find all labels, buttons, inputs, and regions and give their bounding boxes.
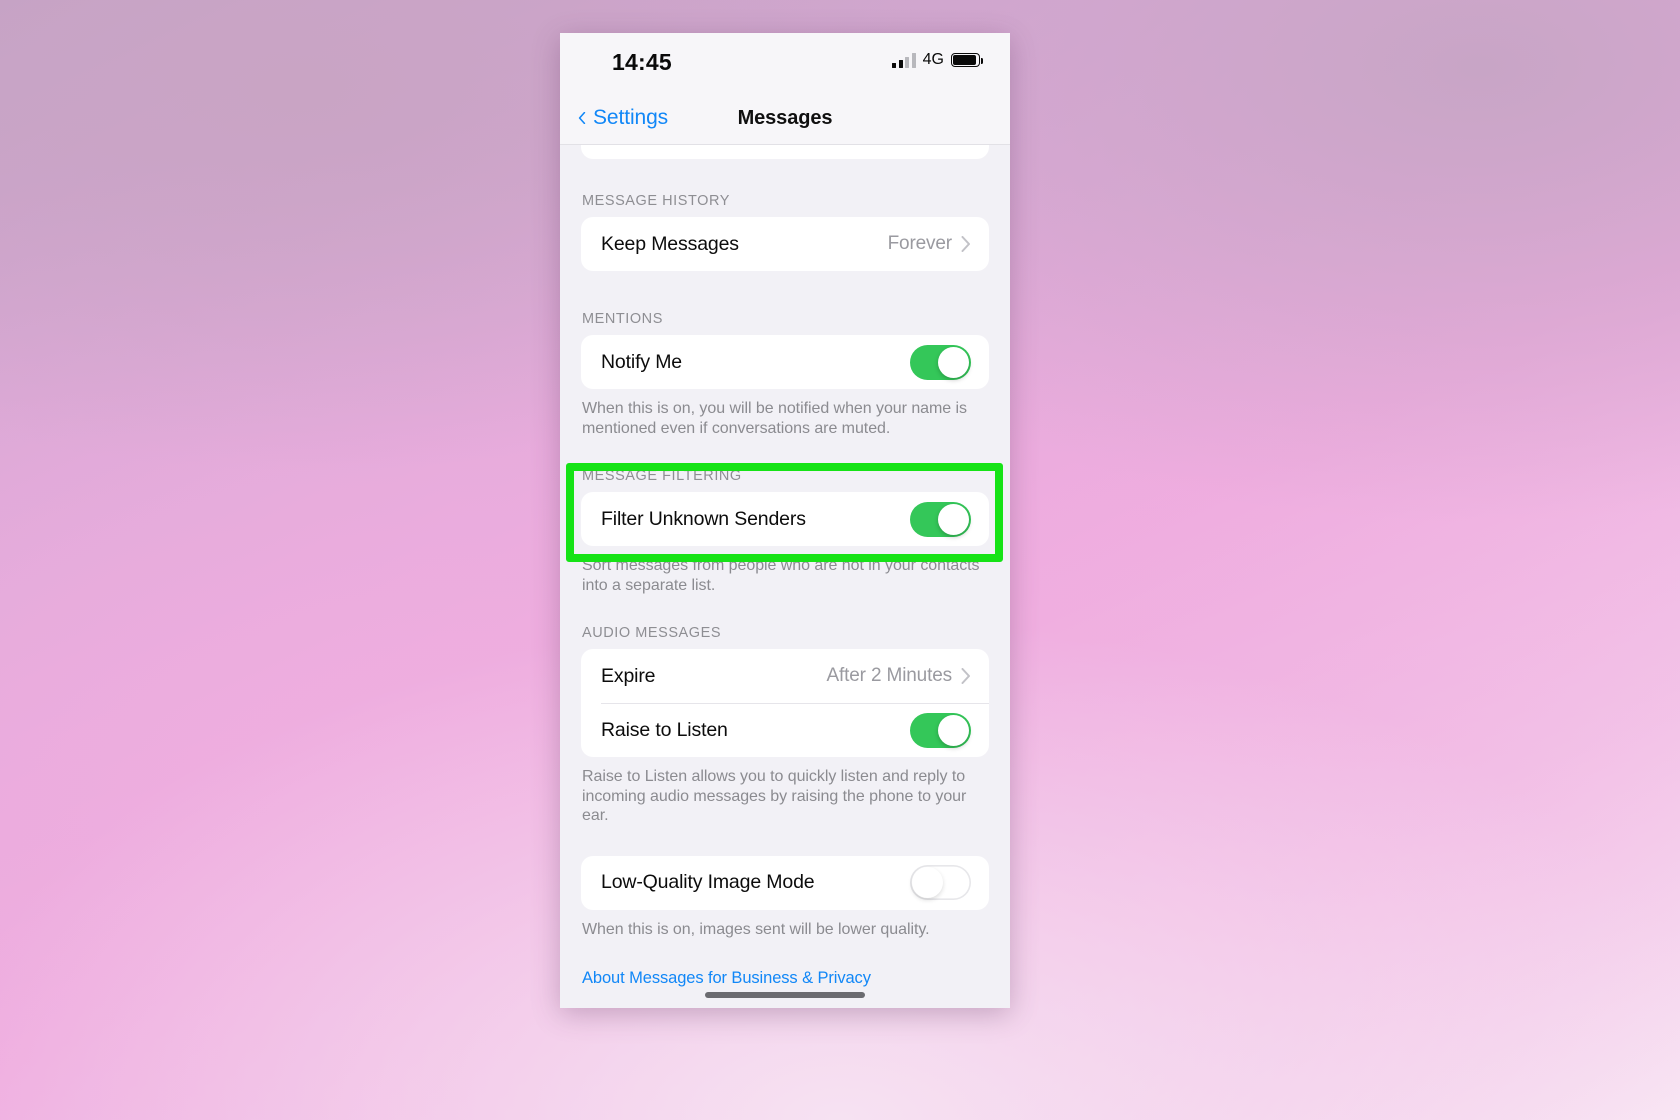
row-expire-right: After 2 Minutes — [826, 665, 971, 687]
about-messages-link[interactable]: About Messages for Business & Privacy — [560, 969, 1010, 988]
toggle-knob — [938, 503, 969, 535]
row-keep-messages-value: Forever — [887, 233, 953, 254]
toggle-knob — [912, 867, 943, 899]
cellular-signal-icon — [892, 52, 916, 68]
phone-screenshot: 14:45 4G Settings Messages MESSAGE HISTO… — [560, 33, 1010, 1008]
row-raise-to-listen[interactable]: Raise to Listen — [581, 703, 989, 757]
toggle-knob — [938, 714, 969, 746]
row-filter-unknown-senders-label: Filter Unknown Senders — [601, 507, 806, 530]
card-mentions: Notify Me — [581, 335, 989, 389]
row-expire[interactable]: Expire After 2 Minutes — [581, 649, 989, 703]
page-title: Messages — [737, 107, 833, 129]
toggle-raise-to-listen[interactable] — [910, 712, 971, 748]
row-raise-to-listen-label: Raise to Listen — [601, 718, 728, 741]
status-bar: 14:45 4G — [560, 33, 1010, 95]
section-header-message-history: MESSAGE HISTORY — [582, 193, 730, 209]
status-bar-indicators: 4G — [892, 51, 984, 69]
row-keep-messages-right: Forever — [888, 233, 971, 255]
card-message-history: Keep Messages Forever — [581, 217, 989, 271]
status-bar-time: 14:45 — [612, 49, 672, 75]
card-image-mode: Low-Quality Image Mode — [581, 855, 989, 910]
row-notify-me[interactable]: Notify Me — [581, 335, 989, 389]
row-notify-me-label: Notify Me — [601, 350, 683, 373]
row-raise-to-listen-right — [910, 712, 971, 748]
section-footer-mentions: When this is on, you will be notified wh… — [582, 400, 968, 437]
partial-card-top — [581, 145, 989, 159]
row-keep-messages-label: Keep Messages — [601, 232, 739, 255]
section-header-message-filtering: MESSAGE FILTERING — [582, 468, 742, 485]
battery-icon — [951, 53, 984, 67]
row-low-quality-image-mode-right — [910, 865, 971, 901]
card-message-filtering: Filter Unknown Senders — [581, 492, 989, 547]
navigation-bar: Settings Messages — [560, 95, 1010, 145]
toggle-notify-me[interactable] — [910, 344, 971, 380]
settings-scroll-content[interactable]: MESSAGE HISTORY Keep Messages Forever ME… — [560, 145, 1010, 1008]
toggle-knob — [938, 346, 969, 378]
row-low-quality-image-mode[interactable]: Low-Quality Image Mode — [581, 856, 989, 910]
row-notify-me-right — [910, 344, 971, 380]
section-footer-audio-messages: Raise to Listen allows you to quickly li… — [582, 768, 967, 825]
section-footer-message-filtering: Sort messages from people who are not in… — [582, 557, 980, 594]
row-filter-unknown-senders-right — [910, 501, 971, 537]
chevron-right-icon — [961, 668, 970, 685]
home-indicator[interactable] — [705, 992, 865, 998]
row-expire-value: After 2 Minutes — [826, 665, 952, 687]
row-filter-unknown-senders[interactable]: Filter Unknown Senders — [581, 492, 989, 546]
section-header-audio-messages: AUDIO MESSAGES — [582, 625, 722, 642]
section-header-mentions: MENTIONS — [582, 311, 663, 327]
card-audio-messages: Expire After 2 Minutes Raise to Listen — [581, 649, 989, 758]
network-type-label: 4G — [922, 51, 944, 68]
chevron-right-icon — [961, 236, 970, 252]
toggle-filter-unknown-senders[interactable] — [910, 501, 971, 537]
toggle-low-quality-image-mode[interactable] — [910, 865, 971, 901]
row-low-quality-image-mode-label: Low-Quality Image Mode — [601, 871, 815, 894]
section-footer-image-mode: When this is on, images sent will be low… — [582, 920, 930, 938]
row-keep-messages[interactable]: Keep Messages Forever — [581, 217, 989, 271]
row-expire-label: Expire — [601, 664, 656, 687]
